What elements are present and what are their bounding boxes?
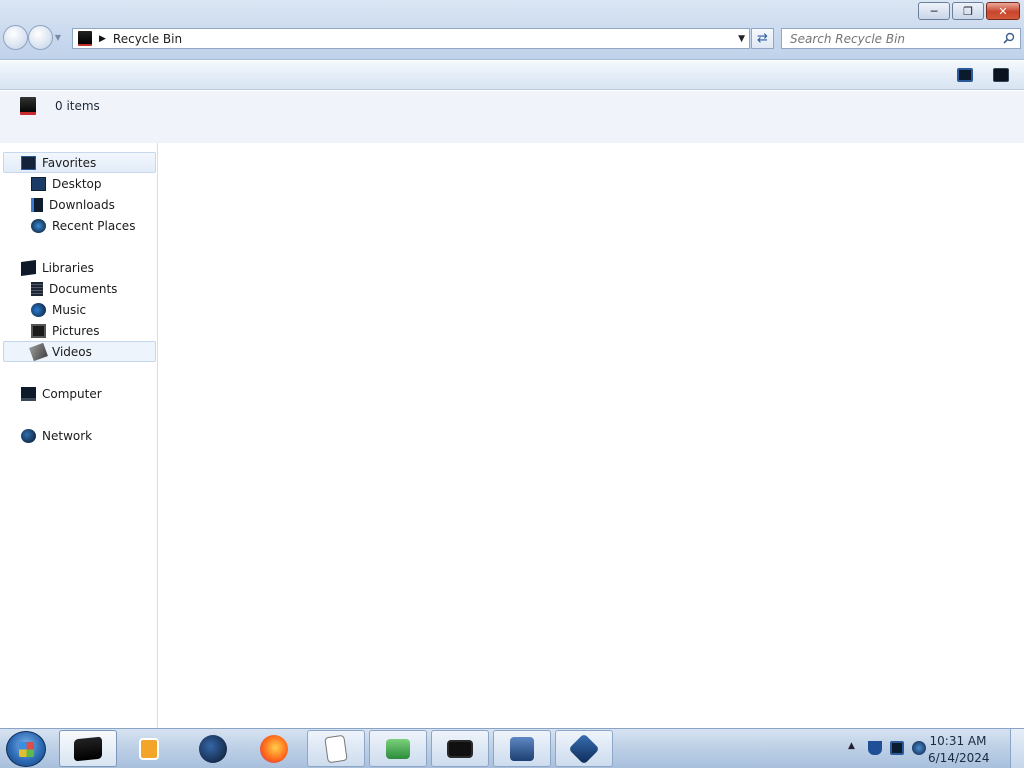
taskbar: ▲ 10:31 AM 6/14/2024 <box>0 728 1024 768</box>
star-icon <box>21 155 36 170</box>
taskbar-firefox[interactable] <box>245 730 303 767</box>
recent-places-icon <box>31 218 46 233</box>
computer-icon <box>21 386 36 401</box>
refresh-button[interactable]: ⇄ <box>751 28 774 49</box>
breadcrumb-location[interactable]: Recycle Bin <box>113 32 182 46</box>
network-icon <box>21 428 36 443</box>
drive-icon <box>447 739 473 758</box>
window-titlebar: ─ ❐ ✕ ▼ ▶ Recycle Bin ▼ ⇄ <box>0 0 1024 60</box>
taskbar-network-computer[interactable] <box>493 730 551 767</box>
taskbar-virtualbox[interactable] <box>555 730 613 767</box>
nav-music[interactable]: Music <box>3 299 156 320</box>
nav-recent-places[interactable]: Recent Places <box>3 215 156 236</box>
shield-icon[interactable] <box>868 741 882 755</box>
restore-button[interactable]: ❐ <box>952 2 984 20</box>
preview-pane-icon[interactable] <box>993 68 1009 82</box>
nav-network[interactable]: Network <box>3 425 156 446</box>
clock[interactable]: 10:31 AM 6/14/2024 <box>928 733 990 767</box>
nav-label: Recent Places <box>52 218 136 233</box>
address-dropdown-icon[interactable]: ▼ <box>738 34 745 44</box>
nav-label: Desktop <box>52 176 102 191</box>
taskbar-explorer[interactable] <box>59 730 117 767</box>
show-desktop-button[interactable] <box>1010 729 1024 768</box>
nav-label: Libraries <box>42 260 94 275</box>
nav-libraries[interactable]: Libraries <box>3 257 156 278</box>
nav-favorites[interactable]: Favorites <box>3 152 156 173</box>
pictures-icon <box>31 323 46 338</box>
music-icon <box>31 302 46 317</box>
system-tray: ▲ 10:31 AM 6/14/2024 <box>834 729 1024 768</box>
taskbar-media-player[interactable] <box>120 730 178 767</box>
globe-icon <box>199 734 227 763</box>
details-header: 0 items <box>0 91 1024 143</box>
nav-downloads[interactable]: Downloads <box>3 194 156 215</box>
nav-desktop[interactable]: Desktop <box>3 173 156 194</box>
minimize-button[interactable]: ─ <box>918 2 950 20</box>
item-count: 0 items <box>55 99 100 113</box>
change-view-icon[interactable] <box>957 68 973 82</box>
command-toolbar <box>0 61 1024 90</box>
nav-label: Music <box>52 302 87 317</box>
close-button[interactable]: ✕ <box>986 2 1020 20</box>
window-controls: ─ ❐ ✕ <box>918 2 1020 20</box>
clock-time: 10:31 AM <box>929 734 987 748</box>
display-icon[interactable] <box>890 741 904 755</box>
documents-icon <box>31 281 43 296</box>
firefox-icon <box>260 734 288 763</box>
back-button[interactable] <box>3 25 28 50</box>
close-icon: ✕ <box>998 4 1008 18</box>
taskbar-drive[interactable] <box>431 730 489 767</box>
recycle-bin-icon <box>20 97 36 115</box>
navigation-pane: Favorites Desktop Downloads Recent Place… <box>0 143 158 728</box>
nav-label: Downloads <box>49 197 115 212</box>
network-status-icon[interactable] <box>912 741 926 755</box>
nav-pictures[interactable]: Pictures <box>3 320 156 341</box>
media-player-icon <box>139 737 159 760</box>
nav-label: Videos <box>52 344 92 359</box>
libraries-icon <box>21 259 36 276</box>
recent-pages-dropdown[interactable]: ▼ <box>53 25 63 50</box>
search-box[interactable] <box>781 28 1021 49</box>
screen-capture-icon <box>386 738 410 759</box>
search-input[interactable] <box>782 31 992 46</box>
taskbar-solitaire[interactable] <box>307 730 365 767</box>
nav-label: Pictures <box>52 323 100 338</box>
refresh-icon: ⇄ <box>757 31 768 46</box>
downloads-icon <box>31 197 43 212</box>
solitaire-icon <box>324 734 348 763</box>
nav-label: Documents <box>49 281 118 296</box>
explorer-icon <box>74 736 102 761</box>
breadcrumb-arrow-icon[interactable]: ▶ <box>99 34 106 44</box>
search-icon[interactable] <box>1003 32 1015 44</box>
taskbar-globe[interactable] <box>184 730 242 767</box>
desktop-icon <box>31 176 46 191</box>
network-computer-icon <box>510 736 534 761</box>
nav-documents[interactable]: Documents <box>3 278 156 299</box>
start-button[interactable] <box>6 731 46 767</box>
virtualbox-icon <box>568 732 600 765</box>
restore-icon: ❐ <box>963 4 973 18</box>
nav-label: Computer <box>42 386 102 401</box>
nav-label: Network <box>42 428 93 443</box>
address-bar[interactable]: ▶ Recycle Bin ▼ <box>72 28 750 49</box>
clock-date: 6/14/2024 <box>928 751 990 765</box>
forward-button[interactable] <box>28 25 53 50</box>
nav-computer[interactable]: Computer <box>3 383 156 404</box>
videos-icon <box>29 342 48 361</box>
nav-label: Favorites <box>42 155 97 170</box>
nav-videos[interactable]: Videos <box>3 341 156 362</box>
navigation-buttons: ▼ <box>3 25 63 50</box>
taskbar-screen-capture[interactable] <box>369 730 427 767</box>
recycle-bin-icon <box>78 31 92 46</box>
file-list-area[interactable] <box>159 143 1024 728</box>
show-hidden-icons-icon[interactable]: ▲ <box>848 741 855 751</box>
minimize-icon: ─ <box>930 4 938 18</box>
